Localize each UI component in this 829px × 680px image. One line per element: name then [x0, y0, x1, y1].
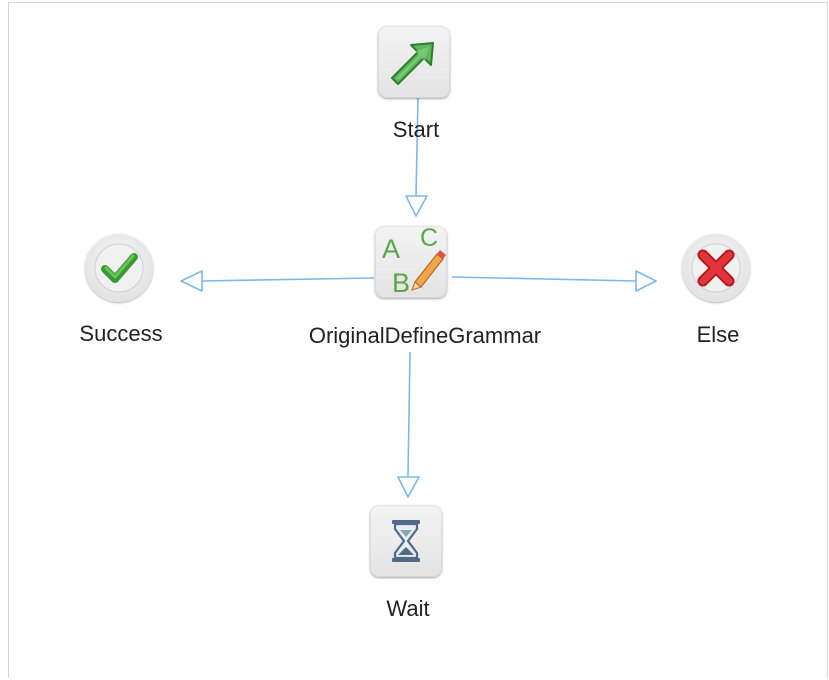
- svg-text:C: C: [420, 226, 438, 252]
- grammar-label: OriginalDefineGrammar: [308, 323, 542, 348]
- else-node[interactable]: Else: [668, 232, 768, 354]
- start-label: Start: [392, 117, 440, 142]
- red-x-icon: [691, 243, 741, 293]
- else-label: Else: [696, 322, 740, 347]
- checkmark-icon: [94, 243, 144, 293]
- success-node-tile[interactable]: [85, 234, 153, 302]
- start-node[interactable]: Start: [377, 26, 457, 148]
- svg-text:A: A: [382, 234, 400, 264]
- hourglass-icon: [392, 520, 420, 562]
- success-label: Success: [79, 321, 163, 346]
- wait-node-tile[interactable]: [370, 505, 442, 577]
- arrow-up-right-icon: [391, 42, 434, 85]
- grammar-node[interactable]: A C B OriginalDefineGrammar: [285, 226, 565, 356]
- start-node-tile[interactable]: [378, 26, 450, 98]
- wait-node[interactable]: Wait: [366, 505, 450, 627]
- success-node[interactable]: Success: [66, 232, 176, 352]
- grammar-node-tile[interactable]: A C B: [375, 226, 447, 298]
- else-node-tile[interactable]: [682, 234, 750, 302]
- svg-text:B: B: [392, 268, 410, 298]
- wait-label: Wait: [386, 596, 430, 621]
- abc-pencil-icon: A C B: [382, 226, 446, 298]
